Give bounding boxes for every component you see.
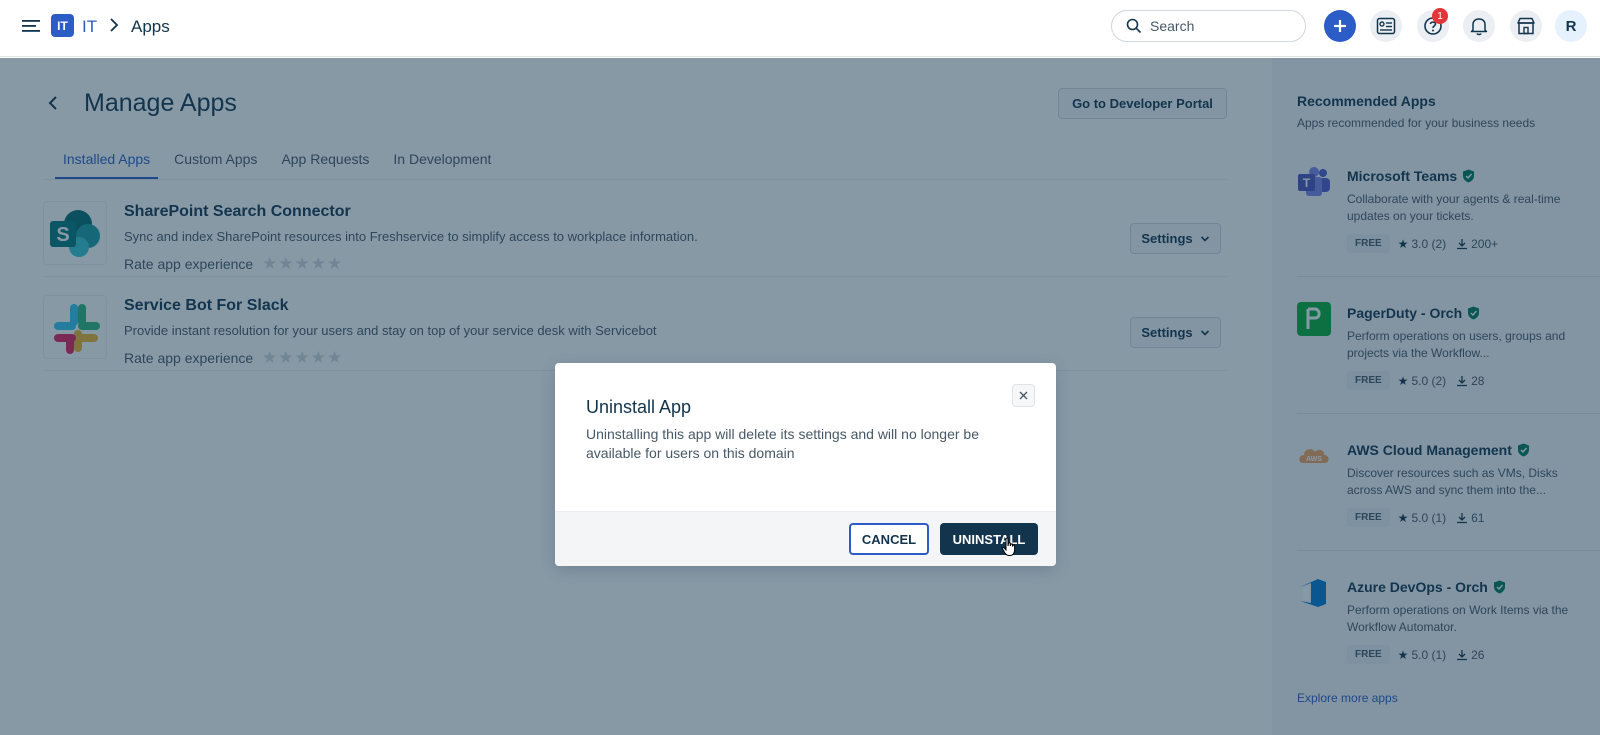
user-avatar[interactable]: R — [1555, 10, 1587, 42]
notifications-button[interactable] — [1463, 10, 1495, 42]
hand-pointer-cursor-icon — [1001, 537, 1016, 556]
cancel-button[interactable]: CANCEL — [849, 523, 929, 555]
workspace-badge[interactable]: IT — [51, 14, 74, 37]
catalog-icon — [1376, 17, 1396, 35]
store-icon — [1517, 17, 1535, 35]
service-catalog-button[interactable] — [1370, 10, 1402, 42]
breadcrumb-workspace[interactable]: IT — [82, 17, 97, 37]
dialog-title: Uninstall App — [586, 397, 692, 417]
search-placeholder: Search — [1150, 18, 1195, 34]
marketplace-button[interactable] — [1510, 10, 1542, 42]
plus-icon — [1334, 20, 1346, 32]
bell-icon — [1470, 18, 1488, 36]
hamburger-menu-icon[interactable] — [22, 18, 40, 34]
dialog-footer: CANCEL UNINSTALL — [555, 511, 1056, 566]
close-icon — [1019, 391, 1028, 400]
search-icon — [1126, 18, 1142, 34]
chevron-right-icon — [110, 18, 119, 32]
top-bar: IT IT Apps Search 1 R — [0, 0, 1600, 57]
help-badge-count: 1 — [1432, 8, 1448, 24]
search-input[interactable]: Search — [1111, 10, 1306, 42]
uninstall-button[interactable]: UNINSTALL — [940, 523, 1038, 555]
dialog-message: Uninstalling this app will delete its se… — [586, 426, 979, 461]
uninstall-app-dialog: Uninstall App Uninstalling this app will… — [555, 363, 1056, 566]
create-new-button[interactable] — [1324, 10, 1356, 42]
close-button[interactable] — [1012, 384, 1035, 407]
breadcrumb-current: Apps — [131, 17, 170, 36]
